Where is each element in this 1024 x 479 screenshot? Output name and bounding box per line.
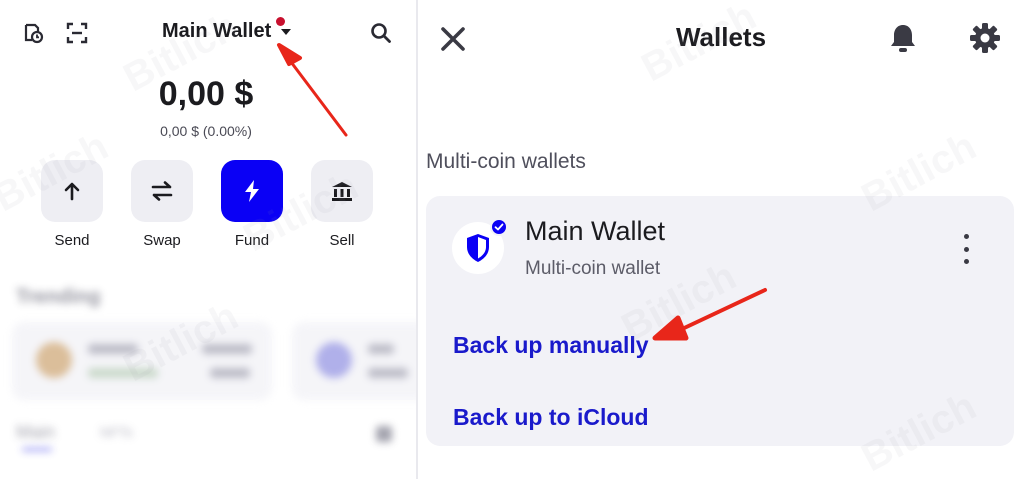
balance-amount: 0,00 $ — [158, 75, 254, 113]
tab-main[interactable]: Main — [16, 422, 55, 443]
send-label: Send — [54, 232, 90, 249]
swap-label: Swap — [143, 232, 181, 249]
chevron-down-icon[interactable] — [281, 29, 291, 35]
wallet-card[interactable]: Main Wallet Multi-coin wallet Back up ma… — [426, 196, 1014, 446]
fund-button[interactable]: Fund — [221, 160, 283, 249]
scan-icon[interactable] — [66, 22, 88, 44]
swap-icon — [131, 160, 193, 222]
home-screen: Main Wallet 0,00 $ 0,00 $ (0.00%) Send S… — [0, 0, 416, 479]
history-icon[interactable] — [22, 22, 44, 44]
token-icon — [36, 342, 72, 378]
bell-icon[interactable] — [888, 22, 918, 54]
check-badge-icon — [490, 218, 508, 236]
lightning-icon — [221, 160, 283, 222]
wallet-type: Multi-coin wallet — [525, 258, 661, 279]
wallets-screen: Wallets Multi-coin wallets Main Wallet M… — [418, 0, 1024, 479]
backup-manually-link[interactable]: Back up manually — [453, 332, 649, 359]
fund-label: Fund — [234, 232, 270, 249]
filter-icon[interactable] — [376, 426, 392, 442]
sell-button[interactable]: Sell — [311, 160, 373, 249]
bank-icon — [311, 160, 373, 222]
tab-nfts[interactable]: NFTs — [100, 424, 133, 440]
gear-icon[interactable] — [969, 22, 1001, 54]
page-title: Wallets — [675, 22, 767, 52]
blurred-trending-section: Trending Main NFTs — [0, 272, 416, 479]
trending-title: Trending — [16, 286, 101, 308]
trending-card[interactable] — [12, 322, 272, 400]
trending-card[interactable] — [292, 322, 416, 400]
wallet-selector[interactable]: Main Wallet — [162, 20, 271, 43]
search-icon[interactable] — [370, 22, 392, 44]
token-icon — [316, 342, 352, 378]
balance-change: 0,00 $ (0.00%) — [160, 123, 252, 139]
swap-button[interactable]: Swap — [131, 160, 193, 249]
backup-icloud-link[interactable]: Back up to iCloud — [453, 404, 649, 431]
send-button[interactable]: Send — [41, 160, 103, 249]
notification-dot — [276, 17, 285, 26]
wallet-name: Main Wallet — [525, 216, 666, 246]
tab-indicator — [22, 448, 52, 451]
more-vertical-icon[interactable] — [956, 234, 976, 264]
sell-label: Sell — [329, 232, 355, 249]
section-label: Multi-coin wallets — [426, 150, 586, 173]
arrow-up-icon — [41, 160, 103, 222]
